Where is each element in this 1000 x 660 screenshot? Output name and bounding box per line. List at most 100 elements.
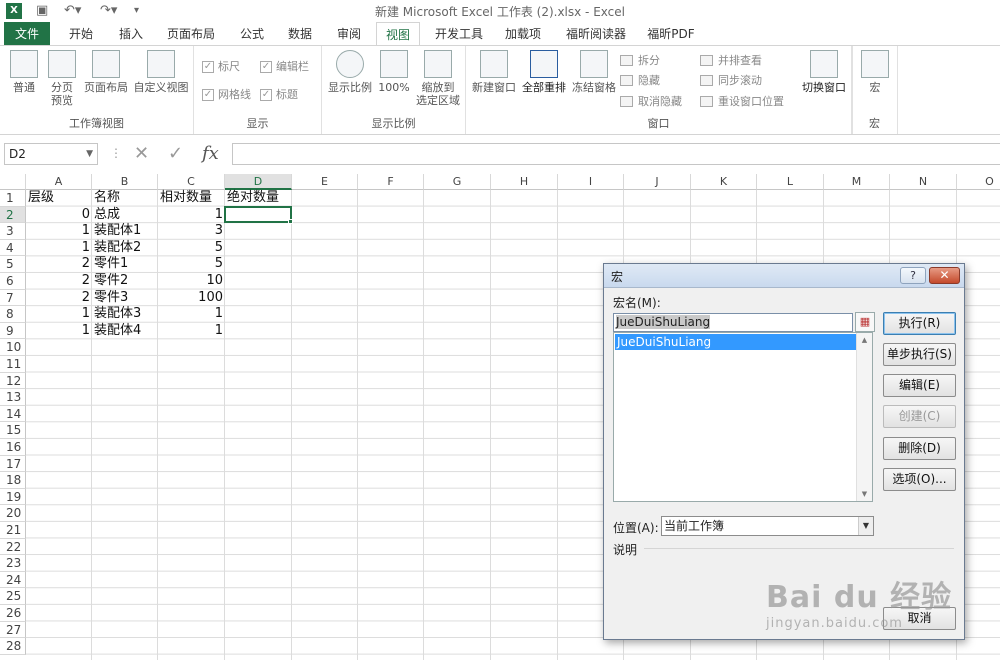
row-header[interactable]: 8 xyxy=(0,306,26,323)
row-header[interactable]: 17 xyxy=(0,455,26,473)
run-button[interactable]: 执行(R) xyxy=(883,312,956,335)
column-header[interactable]: A xyxy=(26,174,92,190)
column-header[interactable]: H xyxy=(491,174,558,190)
row-header[interactable]: 14 xyxy=(0,405,26,423)
close-button[interactable]: ✕ xyxy=(929,267,960,284)
column-header[interactable]: O xyxy=(957,174,1000,190)
cell-C4[interactable]: 5 xyxy=(158,240,225,257)
scroll-up-icon[interactable]: ▲ xyxy=(857,333,872,347)
row-header[interactable]: 23 xyxy=(0,555,26,572)
row-header[interactable]: 22 xyxy=(0,538,26,556)
row-header[interactable]: 10 xyxy=(0,339,26,356)
list-scrollbar[interactable]: ▲ ▼ xyxy=(856,333,872,501)
fill-handle[interactable] xyxy=(288,219,293,225)
cell-B4[interactable]: 装配体2 xyxy=(92,240,158,257)
insert-function-icon[interactable]: fx xyxy=(202,143,219,165)
cell-C8[interactable]: 1 xyxy=(158,306,225,323)
macro-name-input[interactable]: JueDuiShuLiang xyxy=(613,313,853,332)
hide-button[interactable]: 隐藏 xyxy=(620,72,660,90)
cell-C1[interactable]: 相对数量 xyxy=(158,190,225,207)
column-header[interactable]: M xyxy=(824,174,890,190)
freeze-panes-button[interactable]: 冻结窗格 xyxy=(570,50,618,94)
column-header[interactable]: D xyxy=(225,174,292,190)
dropdown-icon[interactable]: ▼ xyxy=(858,517,873,535)
step-into-button[interactable]: 单步执行(S) xyxy=(883,343,956,366)
cell-A5[interactable]: 2 xyxy=(26,256,92,273)
new-window-button[interactable]: 新建窗口 xyxy=(470,50,518,94)
cell-A7[interactable]: 2 xyxy=(26,290,92,307)
column-header[interactable]: C xyxy=(158,174,225,190)
page-break-preview-button[interactable]: 分页 预览 xyxy=(44,50,80,107)
cell-C5[interactable]: 5 xyxy=(158,256,225,273)
row-header[interactable]: 5 xyxy=(0,256,26,273)
cell-B7[interactable]: 零件3 xyxy=(92,290,158,307)
scroll-down-icon[interactable]: ▼ xyxy=(857,487,872,501)
row-header[interactable]: 19 xyxy=(0,488,26,506)
tab-insert[interactable]: 插入 xyxy=(108,22,154,46)
cancel-icon[interactable]: ✕ xyxy=(134,143,149,165)
macros-button[interactable]: 宏 xyxy=(860,50,890,94)
row-header[interactable]: 15 xyxy=(0,422,26,439)
delete-button[interactable]: 删除(D) xyxy=(883,437,956,460)
enter-icon[interactable]: ✓ xyxy=(168,143,183,165)
switch-windows-button[interactable]: 切换窗口 xyxy=(796,50,852,94)
tab-developer[interactable]: 开发工具 xyxy=(428,22,490,46)
column-header[interactable]: E xyxy=(292,174,358,190)
side-by-side-button[interactable]: 并排查看 xyxy=(700,52,762,70)
column-header[interactable]: I xyxy=(558,174,624,190)
tab-file[interactable]: 文件 xyxy=(4,22,50,46)
zoom-100-button[interactable]: 100% xyxy=(376,50,412,94)
cell-A9[interactable]: 1 xyxy=(26,323,92,340)
tab-view[interactable]: 视图 xyxy=(376,22,420,46)
select-all-corner[interactable] xyxy=(0,174,26,190)
row-header[interactable]: 26 xyxy=(0,605,26,622)
cell-B1[interactable]: 名称 xyxy=(92,190,158,207)
row-header[interactable]: 9 xyxy=(0,322,26,340)
tab-foxit-pdf[interactable]: 福昕PDF xyxy=(640,22,702,46)
create-button[interactable]: 创建(C) xyxy=(883,405,956,428)
cell-C9[interactable]: 1 xyxy=(158,323,225,340)
row-header[interactable]: 21 xyxy=(0,522,26,539)
row-header[interactable]: 1 xyxy=(0,190,26,207)
tab-add-ins[interactable]: 加载项 xyxy=(496,22,550,46)
row-header[interactable]: 3 xyxy=(0,223,26,240)
column-header[interactable]: L xyxy=(757,174,824,190)
row-header[interactable]: 6 xyxy=(0,273,26,290)
name-box[interactable]: D2 ▼ xyxy=(4,143,98,165)
unhide-button[interactable]: 取消隐藏 xyxy=(620,93,682,111)
column-header[interactable]: G xyxy=(424,174,491,190)
zoom-button[interactable]: 显示比例 xyxy=(326,50,374,94)
macro-list[interactable]: JueDuiShuLiang ▲ ▼ xyxy=(613,332,873,502)
cell-A6[interactable]: 2 xyxy=(26,273,92,290)
tab-formulas[interactable]: 公式 xyxy=(230,22,274,46)
tab-review[interactable]: 审阅 xyxy=(326,22,372,46)
cell-C7[interactable]: 100 xyxy=(158,290,225,307)
row-header[interactable]: 2 xyxy=(0,206,26,224)
row-header[interactable]: 12 xyxy=(0,372,26,390)
column-header[interactable]: F xyxy=(358,174,424,190)
tab-home[interactable]: 开始 xyxy=(56,22,106,46)
cell-B3[interactable]: 装配体1 xyxy=(92,223,158,240)
row-header[interactable]: 4 xyxy=(0,239,26,257)
tab-data[interactable]: 数据 xyxy=(278,22,322,46)
cell-A4[interactable]: 1 xyxy=(26,240,92,257)
row-header[interactable]: 25 xyxy=(0,588,26,605)
cell-C2[interactable]: 1 xyxy=(158,207,225,224)
formula-input[interactable] xyxy=(232,143,1000,165)
headings-checkbox[interactable]: ✓ 标题 xyxy=(258,86,298,104)
custom-views-button[interactable]: 自定义视图 xyxy=(132,50,190,94)
ruler-checkbox[interactable]: ✓ 标尺 xyxy=(200,58,240,76)
gridlines-checkbox[interactable]: ✓ 网格线 xyxy=(200,86,251,104)
row-header[interactable]: 11 xyxy=(0,356,26,373)
column-header[interactable]: N xyxy=(890,174,957,190)
row-header[interactable]: 7 xyxy=(0,289,26,307)
cell-C6[interactable]: 10 xyxy=(158,273,225,290)
row-header[interactable]: 28 xyxy=(0,638,26,655)
cell-B9[interactable]: 装配体4 xyxy=(92,323,158,340)
help-button[interactable]: ? xyxy=(900,267,926,284)
column-header[interactable]: J xyxy=(624,174,691,190)
reset-window-position-button[interactable]: 重设窗口位置 xyxy=(700,93,784,111)
cell-B8[interactable]: 装配体3 xyxy=(92,306,158,323)
split-button[interactable]: 拆分 xyxy=(620,52,660,70)
collapse-dialog-icon[interactable]: ▦ xyxy=(855,312,875,332)
